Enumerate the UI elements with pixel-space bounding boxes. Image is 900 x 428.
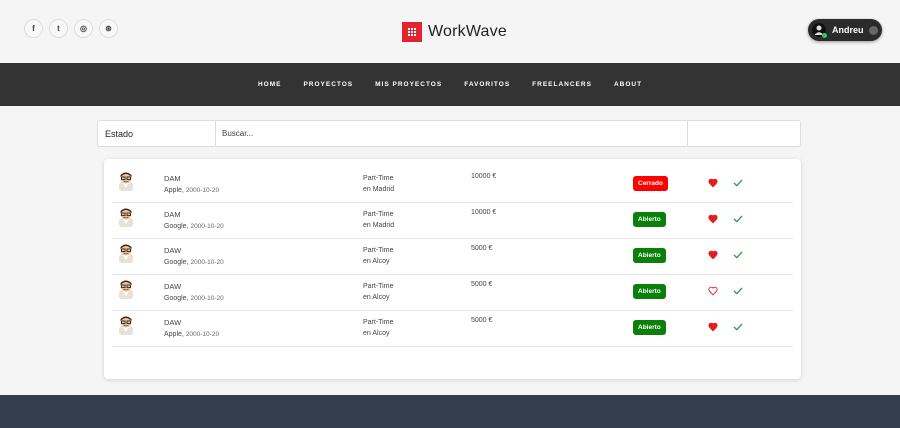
job-type-label: Part-Time [363, 247, 394, 254]
check-icon[interactable] [733, 322, 743, 332]
jobs-card: DAM Apple, 2000-10-20 Part-Time en Madrid 10… [104, 159, 801, 379]
nav-favoritos[interactable]: FAVORITOS [464, 81, 510, 88]
check-icon[interactable] [733, 214, 743, 224]
job-date: 2000-10-20 [190, 295, 224, 302]
job-company: Google, 2000-10-20 [164, 223, 224, 230]
heart-icon[interactable] [708, 286, 718, 296]
status-badge: Cerrado [633, 176, 668, 191]
company-name: Google, [164, 295, 189, 302]
job-title: DAW [164, 282, 182, 291]
job-date: 2000-10-20 [190, 223, 224, 230]
company-name: Google, [164, 223, 189, 230]
job-row[interactable]: DAW Apple, 2000-10-20 Part-Time en Alcoy 500… [112, 311, 793, 347]
nav-about[interactable]: ABOUT [614, 81, 642, 88]
job-salary: 5000 € [471, 317, 493, 324]
company-name: Google, [164, 259, 189, 266]
status-badge: Abierto [633, 284, 666, 299]
logo-icon [402, 22, 422, 42]
twitter-icon[interactable]: t [49, 19, 68, 38]
job-type-label: Part-Time [363, 211, 394, 218]
job-location: en Alcoy [363, 258, 390, 265]
avatar [118, 207, 134, 227]
nav-freelancers[interactable]: FREELANCERS [532, 81, 592, 88]
job-location: en Madrid [363, 222, 395, 229]
job-title: DAM [164, 210, 181, 219]
user-avatar [812, 23, 827, 38]
heart-icon[interactable] [708, 214, 718, 224]
job-salary: 10000 € [471, 209, 497, 216]
avatar [118, 243, 134, 263]
job-type: Part-Time en Alcoy [363, 245, 393, 267]
filter-extra-field[interactable] [688, 121, 800, 146]
job-salary: 5000 € [471, 245, 493, 252]
job-type-label: Part-Time [363, 319, 394, 326]
job-company: Apple, 2000-10-20 [164, 187, 219, 194]
footer [0, 395, 900, 428]
job-company: Google, 2000-10-20 [164, 259, 224, 266]
status-badge: Abierto [633, 212, 666, 227]
filter-bar: Estado [97, 120, 801, 147]
job-date: 2000-10-20 [185, 331, 220, 338]
company-name: Apple, [164, 331, 184, 338]
job-salary: 10000 € [471, 173, 497, 180]
search-input[interactable] [216, 121, 688, 146]
heart-icon[interactable] [708, 178, 718, 188]
job-row[interactable]: DAW Google, 2000-10-20 Part-Time en Alcoy 50… [112, 275, 793, 311]
avatar [118, 315, 134, 335]
job-type: Part-Time en Alcoy [363, 281, 393, 303]
job-type-label: Part-Time [363, 175, 394, 182]
job-type-label: Part-Time [363, 283, 394, 290]
avatar [118, 171, 134, 191]
nav-home[interactable]: HOME [258, 81, 282, 88]
brand-name: WorkWave [428, 23, 507, 40]
status-badge: Abierto [633, 320, 666, 335]
check-icon[interactable] [733, 250, 743, 260]
check-icon[interactable] [733, 178, 743, 188]
nav-mis-proyectos[interactable]: MIS PROYECTOS [375, 81, 442, 88]
online-status-dot [822, 33, 827, 38]
status-badge: Abierto [633, 248, 666, 263]
job-row[interactable]: DAW Google, 2000-10-20 Part-Time en Alcoy 50… [112, 239, 793, 275]
company-name: Apple, [164, 187, 184, 194]
job-company: Google, 2000-10-20 [164, 295, 224, 302]
check-icon[interactable] [733, 286, 743, 296]
job-title: DAW [164, 318, 182, 327]
job-location: en Alcoy [363, 294, 390, 301]
top-header: f t ◎ ⊛ WorkWave Andreu [0, 0, 900, 63]
toggle-icon[interactable] [869, 25, 878, 35]
heart-icon[interactable] [708, 322, 718, 332]
brand-logo[interactable]: WorkWave [402, 22, 507, 42]
avatar [118, 279, 134, 299]
heart-icon[interactable] [708, 250, 718, 260]
nav-proyectos[interactable]: PROYECTOS [303, 81, 353, 88]
job-title: DAM [164, 174, 181, 183]
job-salary: 5000 € [471, 281, 493, 288]
job-type: Part-Time en Alcoy [363, 317, 393, 339]
social-links: f t ◎ ⊛ [24, 19, 118, 38]
estado-select[interactable]: Estado [98, 121, 216, 146]
job-type: Part-Time en Madrid [363, 173, 394, 195]
instagram-icon[interactable]: ◎ [74, 19, 93, 38]
main-nav: HOME PROYECTOS MIS PROYECTOS FAVORITOS F… [0, 63, 900, 106]
user-menu[interactable]: Andreu [808, 19, 882, 41]
job-location: en Alcoy [363, 330, 390, 337]
job-title: DAW [164, 246, 182, 255]
user-name: Andreu [832, 25, 864, 35]
job-type: Part-Time en Madrid [363, 209, 394, 231]
dribbble-icon[interactable]: ⊛ [99, 19, 118, 38]
facebook-icon[interactable]: f [24, 19, 43, 38]
job-location: en Madrid [363, 186, 395, 193]
job-company: Apple, 2000-10-20 [164, 331, 219, 338]
job-date: 2000-10-20 [185, 187, 220, 194]
job-row[interactable]: DAM Apple, 2000-10-20 Part-Time en Madrid 10… [112, 167, 793, 203]
job-row[interactable]: DAM Google, 2000-10-20 Part-Time en Madrid 1… [112, 203, 793, 239]
job-date: 2000-10-20 [190, 259, 224, 266]
